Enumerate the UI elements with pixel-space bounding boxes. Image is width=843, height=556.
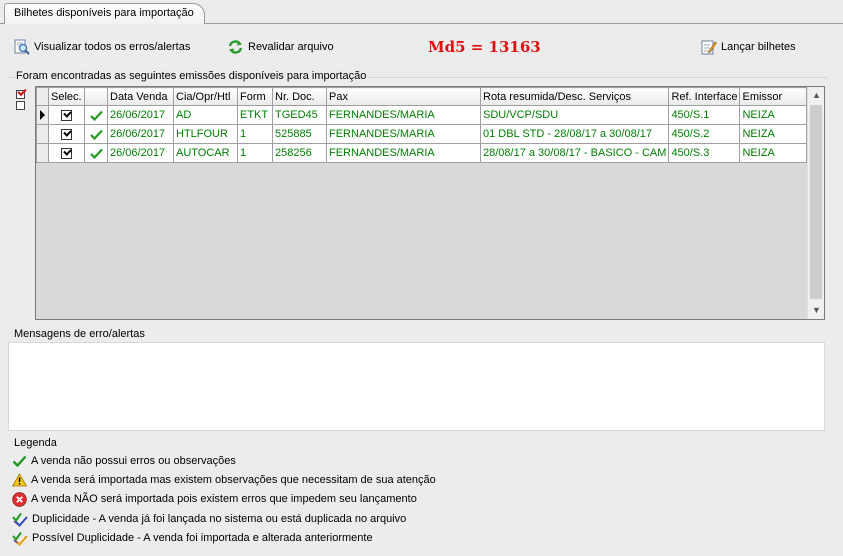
- cell-rota: 01 DBL STD - 28/08/17 a 30/08/17: [479, 124, 670, 144]
- view-errors-label: Visualizar todos os erros/alertas: [34, 41, 191, 53]
- emissions-grid[interactable]: Selec. Data Venda Cia/Opr/Htl Form Nr. D…: [35, 86, 825, 320]
- legend-item-warning: A venda será importada mas existem obser…: [12, 472, 436, 488]
- header-cia[interactable]: Cia/Opr/Htl: [173, 87, 238, 106]
- magnifier-document-icon: [14, 39, 30, 55]
- scroll-down-icon[interactable]: ▼: [808, 302, 824, 319]
- emissions-table: Selec. Data Venda Cia/Opr/Htl Form Nr. D…: [36, 87, 808, 163]
- md5-value: Md5 = 13163: [428, 38, 541, 56]
- header-status[interactable]: [84, 87, 108, 106]
- legend-title: Legenda: [14, 437, 57, 449]
- cell-pax: FERNANDES/MARIA: [326, 105, 481, 125]
- tab-strip: Bilhetes disponíveis para importação: [0, 0, 843, 24]
- launch-tickets-label: Lançar bilhetes: [721, 41, 796, 53]
- row-checkbox[interactable]: [61, 147, 72, 159]
- cell-rota: SDU/VCP/SDU: [479, 105, 670, 125]
- legend-text-warning: A venda será importada mas existem obser…: [31, 474, 436, 486]
- tab-line-gap: [5, 23, 203, 24]
- vertical-scrollbar[interactable]: ▲ ▼: [807, 87, 824, 319]
- messages-label: Mensagens de erro/alertas: [14, 328, 145, 340]
- legend-text-error: A venda NÃO será importada pois existem …: [31, 493, 417, 505]
- header-emissor[interactable]: Emissor: [739, 87, 808, 106]
- row-pointer-icon: [40, 110, 45, 120]
- row-status-cell: [84, 143, 108, 163]
- row-indicator: [36, 124, 49, 144]
- header-ref-interface[interactable]: Ref. Interface: [668, 87, 741, 106]
- possible-duplicate-icon: [12, 531, 28, 546]
- legend-item-possible-duplicate: Possível Duplicidade - A venda foi impor…: [12, 530, 373, 546]
- cell-cia: AUTOCAR: [173, 143, 238, 163]
- green-check-icon: [89, 148, 103, 159]
- cell-pax: FERNANDES/MARIA: [326, 124, 481, 144]
- green-check-icon: [89, 129, 103, 140]
- green-check-icon: [12, 455, 27, 468]
- row-select-cell[interactable]: [48, 105, 85, 125]
- header-nr-doc[interactable]: Nr. Doc.: [272, 87, 327, 106]
- header-indicator: [36, 87, 49, 106]
- cell-emissor: NEIZA: [739, 105, 808, 125]
- scroll-thumb[interactable]: [810, 105, 822, 299]
- cell-form: ETKT: [237, 105, 273, 125]
- revalidate-button[interactable]: Revalidar arquivo: [227, 37, 334, 57]
- edit-document-icon: [701, 40, 717, 55]
- refresh-icon: [228, 40, 243, 54]
- select-all-controls: [16, 90, 26, 112]
- error-icon: [12, 491, 27, 507]
- cell-ref-interface: 450/S.3: [668, 143, 741, 163]
- header-selec[interactable]: Selec.: [48, 87, 85, 106]
- row-checkbox[interactable]: [61, 128, 72, 140]
- table-row[interactable]: 26/06/2017 AUTOCAR 1 258256 FERNANDES/MA…: [36, 143, 808, 163]
- cell-emissor: NEIZA: [739, 124, 808, 144]
- cell-emissor: NEIZA: [739, 143, 808, 163]
- cell-rota: 28/08/17 a 30/08/17 - BASICO - CAM: [479, 143, 670, 163]
- cell-form: 1: [237, 143, 273, 163]
- cell-data-venda: 26/06/2017: [107, 143, 174, 163]
- legend-item-duplicate: Duplicidade - A venda já foi lançada no …: [12, 511, 406, 527]
- cell-data-venda: 26/06/2017: [107, 124, 174, 144]
- scroll-up-icon[interactable]: ▲: [808, 87, 824, 104]
- header-form[interactable]: Form: [237, 87, 273, 106]
- launch-tickets-button[interactable]: Lançar bilhetes: [701, 37, 796, 57]
- cell-ref-interface: 450/S.1: [668, 105, 741, 125]
- row-indicator: [36, 143, 49, 163]
- cell-ref-interface: 450/S.2: [668, 124, 741, 144]
- cell-form: 1: [237, 124, 273, 144]
- row-select-cell[interactable]: [48, 143, 85, 163]
- row-select-cell[interactable]: [48, 124, 85, 144]
- messages-box[interactable]: [8, 342, 825, 431]
- legend-item-error: A venda NÃO será importada pois existem …: [12, 491, 417, 507]
- cell-cia: AD: [173, 105, 238, 125]
- legend-text-possible-duplicate: Possível Duplicidade - A venda foi impor…: [32, 532, 373, 544]
- view-errors-button[interactable]: Visualizar todos os erros/alertas: [14, 37, 190, 57]
- tab-available-tickets[interactable]: Bilhetes disponíveis para importação: [4, 3, 205, 24]
- cell-nr-doc: 258256: [272, 143, 327, 163]
- table-row[interactable]: 26/06/2017 HTLFOUR 1 525885 FERNANDES/MA…: [36, 124, 808, 144]
- row-status-cell: [84, 124, 108, 144]
- cell-data-venda: 26/06/2017: [107, 105, 174, 125]
- cell-nr-doc: 525885: [272, 124, 327, 144]
- legend-text-ok: A venda não possui erros ou observações: [31, 455, 236, 467]
- header-pax[interactable]: Pax: [326, 87, 481, 106]
- cell-cia: HTLFOUR: [173, 124, 238, 144]
- legend-item-ok: A venda não possui erros ou observações: [12, 453, 236, 469]
- group-label: Foram encontradas as seguintes emissões …: [16, 70, 369, 82]
- current-row-indicator: [36, 105, 49, 125]
- header-data-venda[interactable]: Data Venda: [107, 87, 174, 106]
- cell-nr-doc: TGED45: [272, 105, 327, 125]
- row-status-cell: [84, 105, 108, 125]
- table-row[interactable]: 26/06/2017 AD ETKT TGED45 FERNANDES/MARI…: [36, 105, 808, 125]
- table-header-row: Selec. Data Venda Cia/Opr/Htl Form Nr. D…: [36, 87, 808, 106]
- cell-pax: FERNANDES/MARIA: [326, 143, 481, 163]
- header-rota[interactable]: Rota resumida/Desc. Serviços: [479, 87, 670, 106]
- select-all-checkbox[interactable]: [16, 90, 25, 99]
- legend-text-duplicate: Duplicidade - A venda já foi lançada no …: [32, 513, 407, 525]
- revalidate-label: Revalidar arquivo: [248, 41, 334, 53]
- duplicate-icon: [12, 512, 28, 527]
- row-checkbox[interactable]: [61, 109, 72, 121]
- deselect-all-checkbox[interactable]: [16, 101, 25, 110]
- green-check-icon: [89, 110, 103, 121]
- warning-icon: [12, 473, 27, 487]
